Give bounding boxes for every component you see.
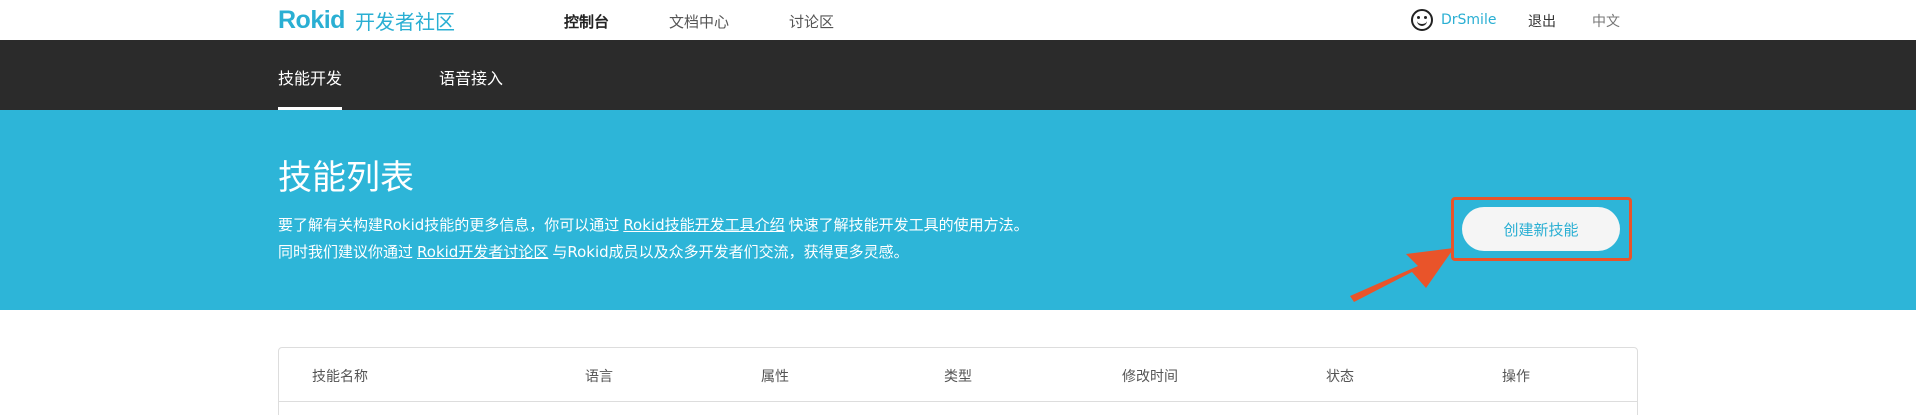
brand-logo[interactable]: Rokid 开发者社区 bbox=[278, 6, 455, 34]
tab-skill-dev[interactable]: 技能开发 bbox=[278, 65, 342, 89]
avatar-eye-icon bbox=[1424, 16, 1427, 19]
table-header: 技能名称 语言 属性 类型 修改时间 状态 操作 bbox=[279, 348, 1637, 402]
nav-forum[interactable]: 讨论区 bbox=[789, 11, 834, 32]
username[interactable]: DrSmile bbox=[1441, 12, 1496, 28]
nav-docs[interactable]: 文档中心 bbox=[669, 11, 729, 32]
tools-intro-link[interactable]: Rokid技能开发工具介绍 bbox=[623, 216, 784, 234]
column-header-language: 语言 bbox=[585, 369, 613, 385]
logo-wordmark: Rokid bbox=[278, 5, 345, 34]
skills-banner: 技能列表 要了解有关构建Rokid技能的更多信息，你可以通过 Rokid技能开发工… bbox=[0, 110, 1916, 310]
column-header-modified: 修改时间 bbox=[1122, 369, 1178, 385]
create-skill-button[interactable]: 创建新技能 bbox=[1462, 207, 1620, 251]
banner-text: 同时我们建议你通过 bbox=[278, 243, 414, 261]
banner-text-line-1: 要了解有关构建Rokid技能的更多信息，你可以通过 Rokid技能开发工具介绍 快速… bbox=[278, 214, 1029, 235]
sub-navbar: 技能开发 语音接入 bbox=[0, 40, 1916, 110]
page-title: 技能列表 bbox=[278, 158, 414, 198]
banner-text: 与Rokid成员以及众多开发者们交流，获得更多灵感。 bbox=[552, 243, 909, 261]
language-switch[interactable]: 中文 bbox=[1592, 11, 1620, 31]
avatar-eye-icon bbox=[1417, 16, 1420, 19]
forum-link[interactable]: Rokid开发者讨论区 bbox=[417, 243, 548, 261]
logo-title: 开发者社区 bbox=[354, 9, 455, 34]
tab-voice-access[interactable]: 语音接入 bbox=[439, 65, 503, 89]
column-header-actions: 操作 bbox=[1502, 369, 1530, 385]
banner-text: 快速了解技能开发工具的使用方法。 bbox=[788, 216, 1029, 234]
top-navbar: Rokid 开发者社区 控制台 文档中心 讨论区 DrSmile 退出 中文 bbox=[0, 0, 1916, 40]
column-header-type: 类型 bbox=[944, 369, 972, 385]
nav-console[interactable]: 控制台 bbox=[564, 11, 609, 32]
avatar-smile-icon bbox=[1417, 20, 1427, 26]
avatar bbox=[1411, 9, 1433, 31]
column-header-status: 状态 bbox=[1326, 369, 1354, 385]
banner-text-line-2: 同时我们建议你通过 Rokid开发者讨论区 与Rokid成员以及众多开发者们交流，获… bbox=[278, 241, 909, 262]
column-header-attribute: 属性 bbox=[761, 369, 789, 385]
banner-text: 要了解有关构建Rokid技能的更多信息，你可以通过 bbox=[278, 216, 620, 234]
user-menu[interactable]: DrSmile bbox=[1411, 9, 1496, 31]
column-header-name: 技能名称 bbox=[312, 369, 368, 385]
skills-table: 技能名称 语言 属性 类型 修改时间 状态 操作 bbox=[278, 347, 1638, 415]
logout-link[interactable]: 退出 bbox=[1528, 11, 1556, 31]
annotation-arrow-icon bbox=[1350, 248, 1454, 302]
